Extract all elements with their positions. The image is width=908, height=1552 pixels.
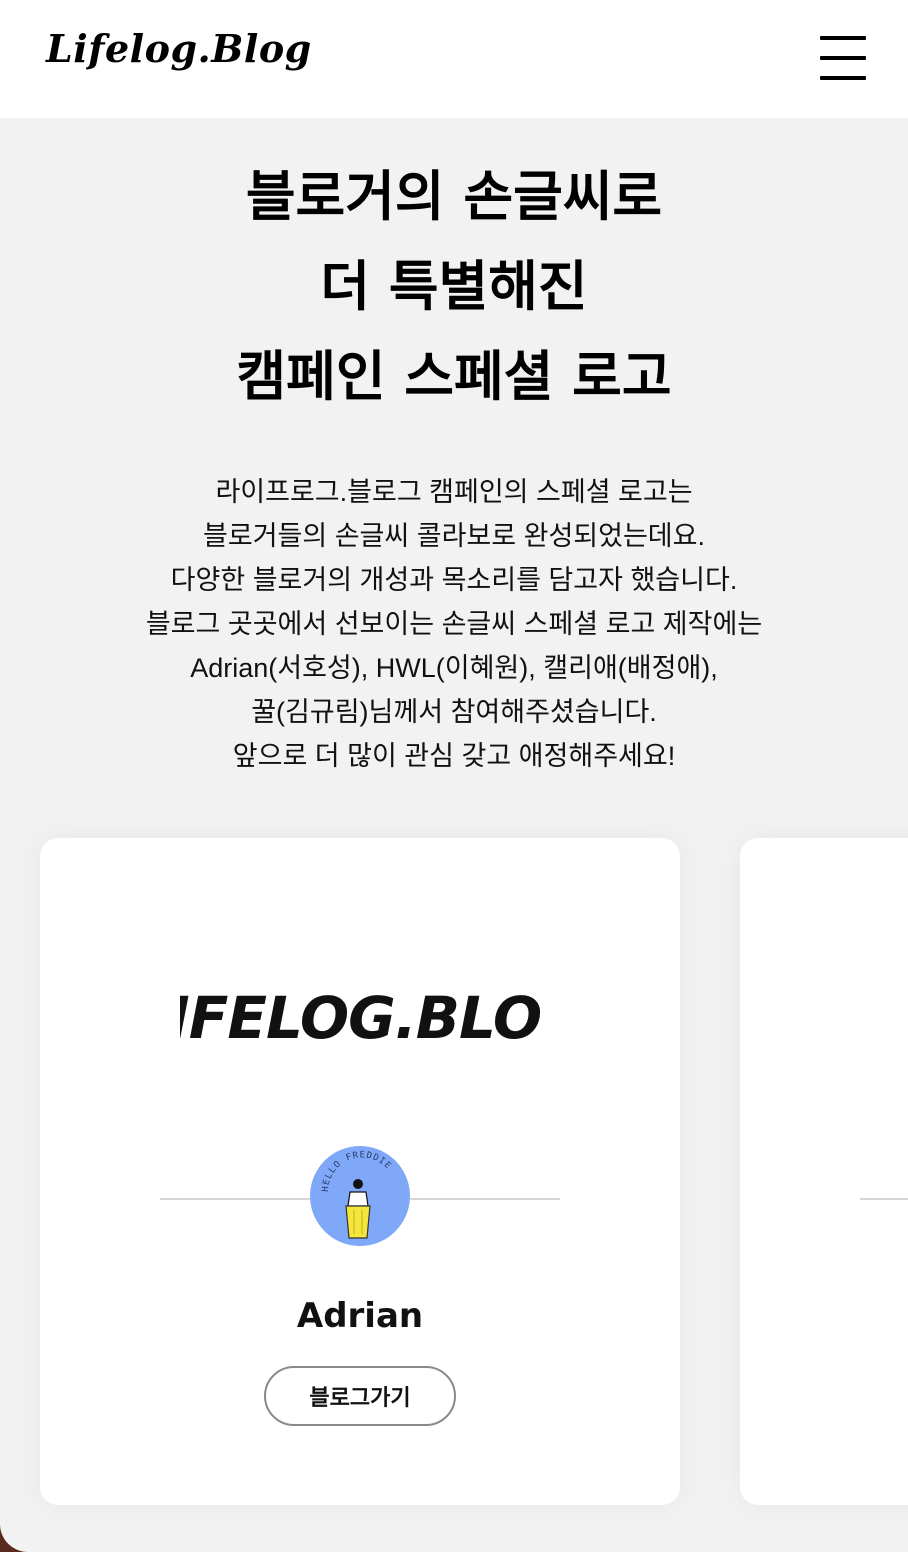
go-to-blog-button[interactable]: 블로그가기 [264, 1366, 456, 1426]
divider-left [160, 1198, 310, 1200]
hero-title-line-1: 블로거의 손글씨로 [245, 165, 663, 228]
figure-body [347, 1191, 369, 1207]
description-line: Adrian(서호성), HWL(이혜원), 캘리애(배정애), [190, 653, 718, 683]
divider-left [860, 1198, 908, 1200]
blogger-card-next[interactable] [740, 838, 908, 1505]
hero-title-line-3: 캠페인 스페셜 로고 [236, 345, 672, 408]
campaign-description: 라이프로그.블로그 캠페인의 스페셜 로고는 블로거들의 손글씨 콜라보로 완성… [0, 470, 908, 778]
description-line: 다양한 블로거의 개성과 목소리를 담고자 했습니다. [170, 565, 738, 595]
avatar-illustration: HELLO FREDDIE [321, 1150, 392, 1239]
blogger-name: Adrian [296, 1296, 424, 1336]
page: Lifelog.Blog 블로거의 손글씨로 더 특별해진 캠페인 스페셜 로고… [0, 0, 908, 1552]
divider-right [410, 1198, 560, 1200]
menu-line [820, 56, 866, 60]
top-bar: Lifelog.Blog [0, 0, 908, 118]
hero-title: 블로거의 손글씨로 더 특별해진 캠페인 스페셜 로고 [0, 152, 908, 422]
site-logo[interactable]: Lifelog.Blog [46, 26, 312, 71]
description-line: 라이프로그.블로그 캠페인의 스페셜 로고는 [215, 477, 693, 507]
figure-head [353, 1179, 363, 1189]
description-line: 앞으로 더 많이 관심 갖고 애정해주세요! [232, 741, 676, 771]
menu-line [820, 36, 866, 40]
menu-line [820, 76, 866, 80]
description-line: 블로거들의 손글씨 콜라보로 완성되었는데요. [203, 521, 705, 551]
handwritten-logo-text: LIFELOG.BLOG [180, 984, 540, 1052]
cup-shape [345, 1205, 371, 1239]
hamburger-menu-icon[interactable] [820, 36, 866, 80]
description-line: 블로그 곳곳에서 선보이는 손글씨 스페셜 로고 제작에는 [145, 609, 763, 639]
hero-title-line-2: 더 특별해진 [320, 255, 588, 318]
avatar: HELLO FREDDIE [310, 1146, 410, 1246]
description-line: 꿀(김규림)님께서 참여해주셨습니다. [251, 697, 657, 727]
handwritten-logo: LIFELOG.BLOG [180, 984, 540, 1052]
blogger-card: LIFELOG.BLOG HELLO FREDDIE Adrian 블로그가기 [40, 838, 680, 1505]
